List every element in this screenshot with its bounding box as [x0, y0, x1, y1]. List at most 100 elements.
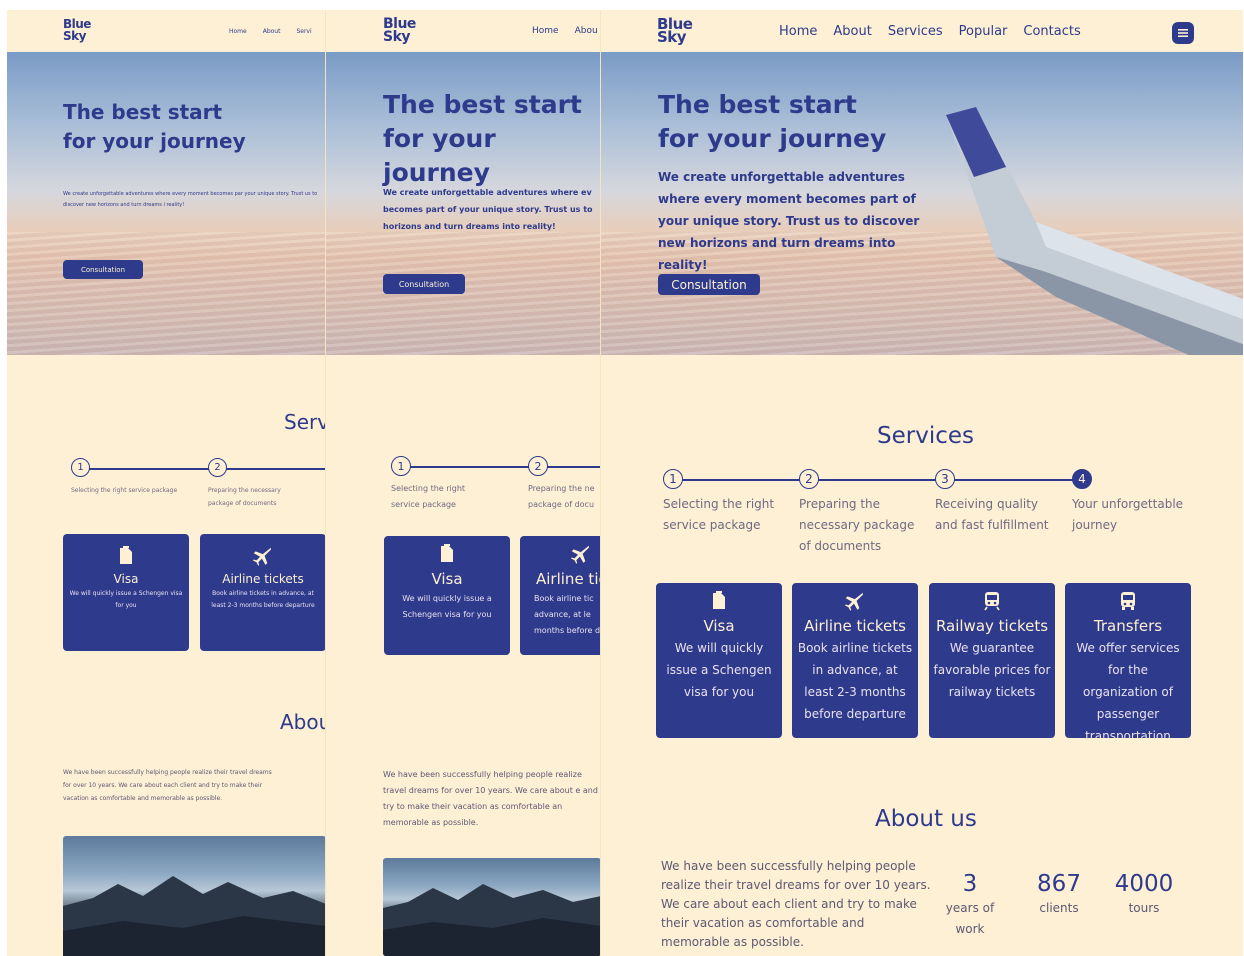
hero-description: We create unforgettable adventures where…: [658, 170, 920, 272]
step-1-number: 1: [391, 456, 411, 476]
service-card-visa[interactable]: Visa We will quickly issue a Schengen vi…: [63, 534, 189, 651]
mountain-illustration: [63, 876, 325, 956]
stat-label: clients: [1039, 901, 1079, 915]
airplane-icon: [844, 592, 863, 611]
top-nav: Blue Sky Home About Services Popular Con…: [601, 10, 1243, 52]
nav-popular[interactable]: Popular: [959, 24, 1008, 39]
hero-title-line1: The best start: [63, 100, 223, 124]
nav-about[interactable]: About: [263, 28, 281, 35]
service-card-railway[interactable]: Railway tickets We guarantee favorable p…: [929, 583, 1055, 738]
steps-line: [81, 468, 325, 470]
airplane-icon: [570, 545, 589, 564]
document-icon: [713, 591, 725, 609]
service-card-airline[interactable]: Airline tickets Book airline tickets in …: [200, 534, 325, 651]
hero-title: The best start for your journey: [658, 88, 886, 156]
card-description: We guarantee favorable prices for railwa…: [933, 641, 1051, 699]
consultation-button[interactable]: Consultation: [63, 260, 143, 279]
step-1-number: 1: [71, 458, 90, 477]
airplane-icon: [252, 547, 271, 566]
stat-clients: 867 clients: [1024, 870, 1094, 919]
card-title: Visa: [113, 572, 139, 586]
mountain-photo: [383, 858, 600, 956]
top-nav: Blue Sky Home About Servi: [7, 10, 325, 52]
nav-links: Home Abou: [532, 10, 598, 52]
service-card-visa[interactable]: Visa We will quickly issue a Schengen vi…: [656, 583, 782, 738]
mountain-illustration: [383, 884, 600, 956]
nav-home[interactable]: Home: [779, 24, 817, 39]
stat-value: 3: [962, 871, 978, 897]
brand-line2: Sky: [383, 29, 411, 45]
brand-logo[interactable]: Blue Sky: [657, 17, 693, 45]
step-2-number: 2: [799, 469, 819, 489]
nav-contacts[interactable]: Contacts: [1023, 24, 1080, 39]
about-text: We have been successfully helping people…: [63, 769, 272, 802]
step-2-number: 2: [528, 456, 548, 476]
card-description: Book airline tickets in advance, at leas…: [797, 641, 913, 721]
step-1-text: Selecting the right service package: [663, 497, 775, 532]
card-description: Book airline tickets in advance, at leas…: [211, 590, 315, 609]
stat-label: years of work: [945, 901, 995, 936]
card-description: We will quickly issue a Schengen visa fo…: [666, 641, 772, 699]
nav-services[interactable]: Servi: [296, 28, 311, 35]
brand-logo[interactable]: Blue Sky: [63, 18, 91, 42]
hero-title-line1: The best start: [658, 90, 857, 119]
document-icon: [120, 546, 132, 564]
step-2-text: Preparing the necessary package of docum…: [208, 487, 281, 507]
steps-line: [673, 479, 1085, 481]
nav-links: Home About Services Popular Contacts: [779, 10, 1081, 52]
service-card-transfers[interactable]: Transfers We offer services for the orga…: [1065, 583, 1191, 738]
stat-label: tours: [1128, 901, 1160, 915]
document-icon: [441, 544, 453, 562]
card-title: Airline tic: [536, 570, 601, 588]
card-description: We will quickly issue a Schengen visa fo…: [69, 590, 183, 609]
step-2-text: Preparing the necessary package of docum…: [799, 497, 915, 553]
service-card-airline[interactable]: Airline tickets Book airline tickets in …: [792, 583, 918, 738]
nav-about[interactable]: Abou: [575, 26, 598, 36]
step-4-text: Your unforgettable journey: [1072, 497, 1184, 532]
service-card-airline[interactable]: Airline tic Book airline tic advance, at…: [520, 536, 601, 655]
brand-logo[interactable]: Blue Sky: [383, 17, 416, 45]
hero-title-line2: for your journey: [383, 124, 496, 187]
clouds-background: [7, 232, 325, 355]
about-text: We have been successfully helping people…: [661, 859, 931, 949]
card-description: Book airline tic advance, at le months b…: [534, 594, 601, 635]
bus-icon: [1121, 592, 1135, 610]
consultation-button[interactable]: Consultation: [658, 274, 760, 295]
nav-home[interactable]: Home: [229, 28, 247, 35]
stat-years: 3 years of work: [940, 870, 1000, 940]
consultation-button[interactable]: Consultation: [383, 274, 465, 294]
step-3-number: 3: [935, 469, 955, 489]
card-title: Airline tickets: [222, 572, 304, 586]
menu-icon: [1178, 29, 1188, 37]
nav-services[interactable]: Services: [888, 24, 943, 39]
hero-title-line2: for your journey: [63, 129, 246, 153]
step-1-text: Selecting the right service package: [391, 484, 466, 509]
card-title: Transfers: [1093, 617, 1163, 635]
card-description: We offer services for the organization o…: [1076, 641, 1180, 738]
card-description: We will quickly issue a Schengen visa fo…: [402, 594, 492, 619]
step-2-text: Preparing the ne package of docu: [528, 484, 595, 509]
services-title: Services: [877, 423, 974, 449]
services-title: Serv: [284, 410, 326, 434]
menu-toggle-button[interactable]: [1172, 22, 1194, 44]
hero-description: We create unforgettable adventures where…: [383, 188, 593, 231]
about-title: About us: [875, 806, 977, 832]
mountain-photo: [63, 836, 325, 956]
step-1-number: 1: [663, 469, 683, 489]
nav-about[interactable]: About: [833, 24, 871, 39]
nav-links: Home About Servi: [229, 10, 312, 52]
train-icon: [984, 592, 1000, 611]
hero-title-line2: for your journey: [658, 124, 887, 153]
brand-line2: Sky: [63, 29, 86, 43]
step-3-text: Receiving quality and fast fulfillment: [935, 497, 1049, 532]
steps-line: [402, 466, 600, 468]
hero-title-line1: The best start: [383, 90, 582, 119]
stat-tours: 4000 tours: [1109, 870, 1179, 919]
nav-home[interactable]: Home: [532, 26, 559, 36]
mobile-preview-medium: Blue Sky Home Abou The best start for yo…: [326, 10, 601, 956]
service-card-visa[interactable]: Visa We will quickly issue a Schengen vi…: [384, 536, 510, 655]
card-title: Railway tickets: [935, 617, 1049, 635]
stat-value: 4000: [1114, 871, 1174, 897]
desktop-preview: Blue Sky Home About Services Popular Con…: [601, 10, 1243, 956]
stat-value: 867: [1037, 871, 1081, 897]
